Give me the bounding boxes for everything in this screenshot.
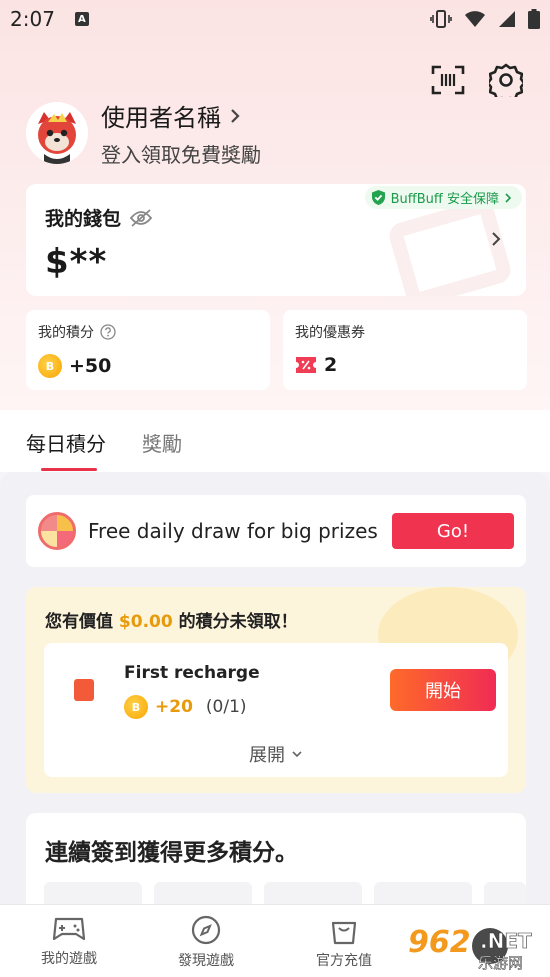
- points-value-row: B +50: [38, 354, 111, 378]
- signin-title: 連續簽到獲得更多積分。: [45, 840, 298, 866]
- task-reward: +20: [155, 697, 193, 717]
- nav-label: 官方充值: [316, 953, 372, 969]
- safety-badge[interactable]: BuffBuff 安全保障: [364, 186, 522, 209]
- avatar[interactable]: [26, 102, 88, 164]
- signin-day-slot[interactable]: [484, 882, 526, 904]
- coupons-card[interactable]: 我的優惠券 2: [283, 310, 527, 390]
- signin-day-slot[interactable]: [264, 882, 362, 904]
- battery-icon: [528, 9, 540, 29]
- wifi-icon: [465, 11, 485, 27]
- safety-badge-label: BuffBuff 安全保障: [390, 192, 499, 207]
- tab-daily-points[interactable]: 每日積分: [26, 428, 106, 457]
- coupons-value-row: 2: [295, 354, 337, 376]
- header-actions: [430, 62, 524, 98]
- watermark-number: 962: [408, 925, 471, 960]
- nav-label: 我的遊戲: [41, 951, 97, 967]
- signin-day-slot[interactable]: [154, 882, 252, 904]
- watermark-domain: .NET: [480, 929, 532, 953]
- profile-section[interactable]: 使用者名稱 登入領取免費獎勵: [26, 98, 261, 168]
- cellular-icon: [499, 11, 515, 27]
- wallet-title: 我的錢包: [45, 208, 122, 230]
- chevron-right-icon: [505, 192, 512, 203]
- username: 使用者名稱: [101, 104, 221, 132]
- task-meta: B +20 (0/1): [124, 695, 247, 719]
- watermark-sub: 乐游网: [478, 954, 523, 972]
- watermark-logo: 962 .NET 乐游网: [406, 916, 546, 972]
- notification-icon: A: [74, 12, 89, 26]
- nav-official-topup[interactable]: 官方充值: [289, 915, 399, 970]
- points-title: 我的積分: [38, 325, 94, 341]
- unclaimed-points-card: 您有價值 $0.00 的積分未領取！ First recharge B +20 …: [26, 587, 526, 793]
- coin-icon: B: [124, 695, 148, 719]
- coin-icon: B: [38, 354, 62, 378]
- tab-rewards[interactable]: 獎勵: [142, 428, 182, 457]
- nav-label: 發現遊戲: [178, 953, 234, 969]
- shield-check-icon: [371, 190, 385, 205]
- prize-wheel-icon: [38, 512, 76, 550]
- points-title-row: 我的積分: [38, 322, 116, 342]
- username-row[interactable]: 使用者名稱: [101, 98, 261, 133]
- shopping-bag-icon: [331, 921, 357, 945]
- unclaimed-suffix: 的積分未領取！: [178, 612, 298, 632]
- unclaimed-prefix: 您有價值: [45, 612, 113, 632]
- wallet-balance: $**: [45, 242, 108, 282]
- chevron-down-icon: [292, 751, 302, 758]
- signin-card: 連續簽到獲得更多積分。: [26, 813, 526, 904]
- wallet-title-row: 我的錢包: [45, 204, 153, 231]
- start-button[interactable]: 開始: [390, 669, 496, 711]
- wallet-card[interactable]: BuffBuff 安全保障 我的錢包 $**: [26, 184, 526, 296]
- help-icon[interactable]: [100, 324, 116, 340]
- daily-draw-text: Free daily draw for big prizes: [88, 519, 378, 543]
- eye-off-icon[interactable]: [129, 208, 153, 228]
- unclaimed-amount: $0.00: [118, 612, 173, 632]
- login-prompt[interactable]: 登入領取免費獎勵: [101, 139, 261, 168]
- active-tab-indicator: [41, 468, 97, 471]
- expand-label: 展開: [249, 745, 285, 766]
- nav-my-games[interactable]: 我的遊戲: [14, 915, 124, 968]
- task-card: First recharge B +20 (0/1) 開始 展開: [44, 643, 508, 777]
- scan-icon[interactable]: [430, 62, 466, 98]
- status-icons: [430, 9, 540, 29]
- daily-draw-card[interactable]: Free daily draw for big prizes Go!: [26, 495, 526, 567]
- task-progress: (0/1): [205, 697, 247, 717]
- gear-icon[interactable]: [488, 62, 524, 98]
- chevron-right-icon[interactable]: [490, 230, 502, 248]
- shopping-bag-icon: [74, 679, 94, 701]
- coupons-value: 2: [324, 354, 338, 376]
- task-title: First recharge: [124, 663, 260, 683]
- coupons-title: 我的優惠券: [295, 325, 365, 341]
- unclaimed-title: 您有價值 $0.00 的積分未領取！: [45, 607, 298, 632]
- tab-bar: 每日積分 獎勵: [0, 410, 550, 472]
- signin-day-slot[interactable]: [44, 882, 142, 904]
- points-card[interactable]: 我的積分 B +50: [26, 310, 270, 390]
- tab-content: Free daily draw for big prizes Go! 您有價值 …: [0, 472, 550, 904]
- compass-icon: [191, 915, 221, 945]
- profile-text: 使用者名稱 登入領取免費獎勵: [101, 98, 261, 168]
- status-bar: 2:07 A: [0, 0, 550, 38]
- go-button[interactable]: Go!: [392, 513, 514, 549]
- coupon-icon: [296, 357, 316, 373]
- gamepad-icon: [52, 917, 86, 941]
- signin-day-slot[interactable]: [374, 882, 472, 904]
- expand-toggle[interactable]: 展開: [44, 741, 508, 767]
- vibrate-icon: [430, 10, 452, 28]
- points-value: +50: [69, 355, 112, 377]
- chevron-right-icon: [231, 108, 240, 123]
- status-time: 2:07: [10, 7, 55, 31]
- nav-discover[interactable]: 發現遊戲: [151, 915, 261, 970]
